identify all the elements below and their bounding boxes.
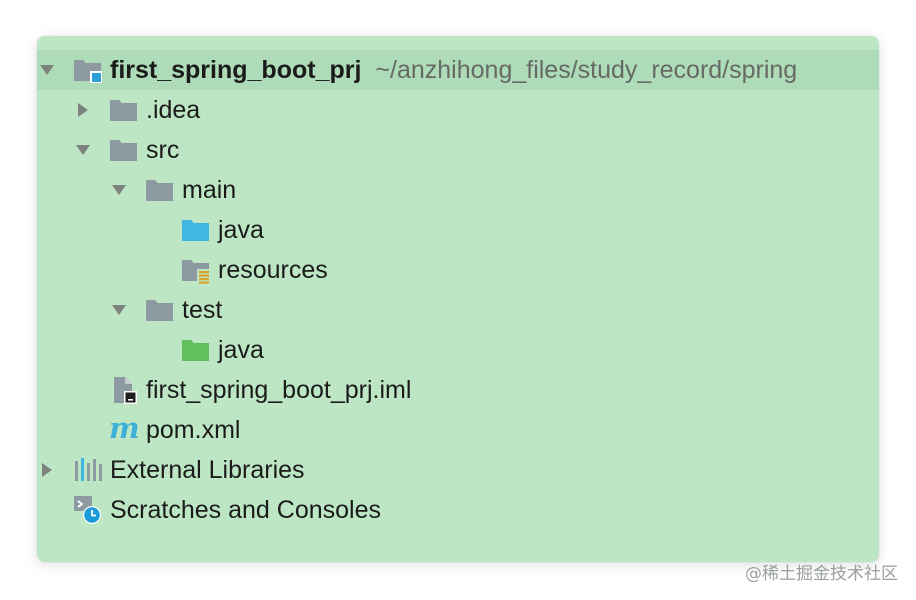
tree-node-label: External Libraries (110, 456, 305, 484)
folder-icon (109, 95, 139, 125)
maven-icon: m (109, 411, 140, 445)
folder-icon (145, 295, 175, 325)
folder-label: test (182, 296, 223, 324)
tree-row-src[interactable]: src (37, 130, 879, 170)
tree-row-idea[interactable]: .idea (37, 90, 879, 130)
folder-icon (145, 175, 175, 205)
source-folder-icon (181, 215, 211, 245)
watermark: @稀土掘金技术社区 (745, 564, 898, 584)
tree-node-label: Scratches and Consoles (110, 496, 381, 524)
collapsed-arrow-icon[interactable] (73, 90, 93, 130)
folder-label: resources (218, 256, 328, 284)
folder-label: java (218, 336, 264, 364)
tree-row-pom-file[interactable]: m pom.xml (37, 410, 879, 450)
library-icon (73, 455, 103, 485)
tree-row-root-module[interactable]: first_spring_boot_prj ~/anzhihong_files/s… (37, 50, 879, 90)
folder-label: src (146, 136, 180, 164)
collapsed-arrow-icon[interactable] (37, 450, 57, 490)
tree-row-main-java[interactable]: java (37, 210, 879, 250)
folder-label: .idea (146, 96, 201, 124)
expand-arrow-icon[interactable] (37, 50, 57, 90)
root-module-name: first_spring_boot_prj (110, 56, 362, 84)
tree-row-test[interactable]: test (37, 290, 879, 330)
file-label: first_spring_boot_prj.iml (146, 376, 412, 404)
folder-label: main (182, 176, 237, 204)
module-folder-icon (73, 55, 103, 85)
tree-row-scratches[interactable]: Scratches and Consoles (37, 490, 879, 530)
expand-arrow-icon[interactable] (109, 170, 129, 210)
folder-icon (109, 135, 139, 165)
expand-arrow-icon[interactable] (109, 290, 129, 330)
project-tree-panel: first_spring_boot_prj ~/anzhihong_files/s… (37, 36, 879, 562)
tree-row-iml-file[interactable]: first_spring_boot_prj.iml (37, 370, 879, 410)
file-label: pom.xml (146, 416, 241, 444)
module-file-icon (109, 375, 139, 405)
tree-row-resources[interactable]: resources (37, 250, 879, 290)
scratches-clock-icon (73, 495, 103, 525)
tree-row-external-libraries[interactable]: External Libraries (37, 450, 879, 490)
test-source-folder-icon (181, 335, 211, 365)
folder-label: java (218, 216, 264, 244)
resources-folder-icon (181, 255, 211, 285)
expand-arrow-icon[interactable] (73, 130, 93, 170)
tree-row-test-java[interactable]: java (37, 330, 879, 370)
root-module-path: ~/anzhihong_files/study_record/spring (375, 56, 798, 84)
tree-row-main[interactable]: main (37, 170, 879, 210)
